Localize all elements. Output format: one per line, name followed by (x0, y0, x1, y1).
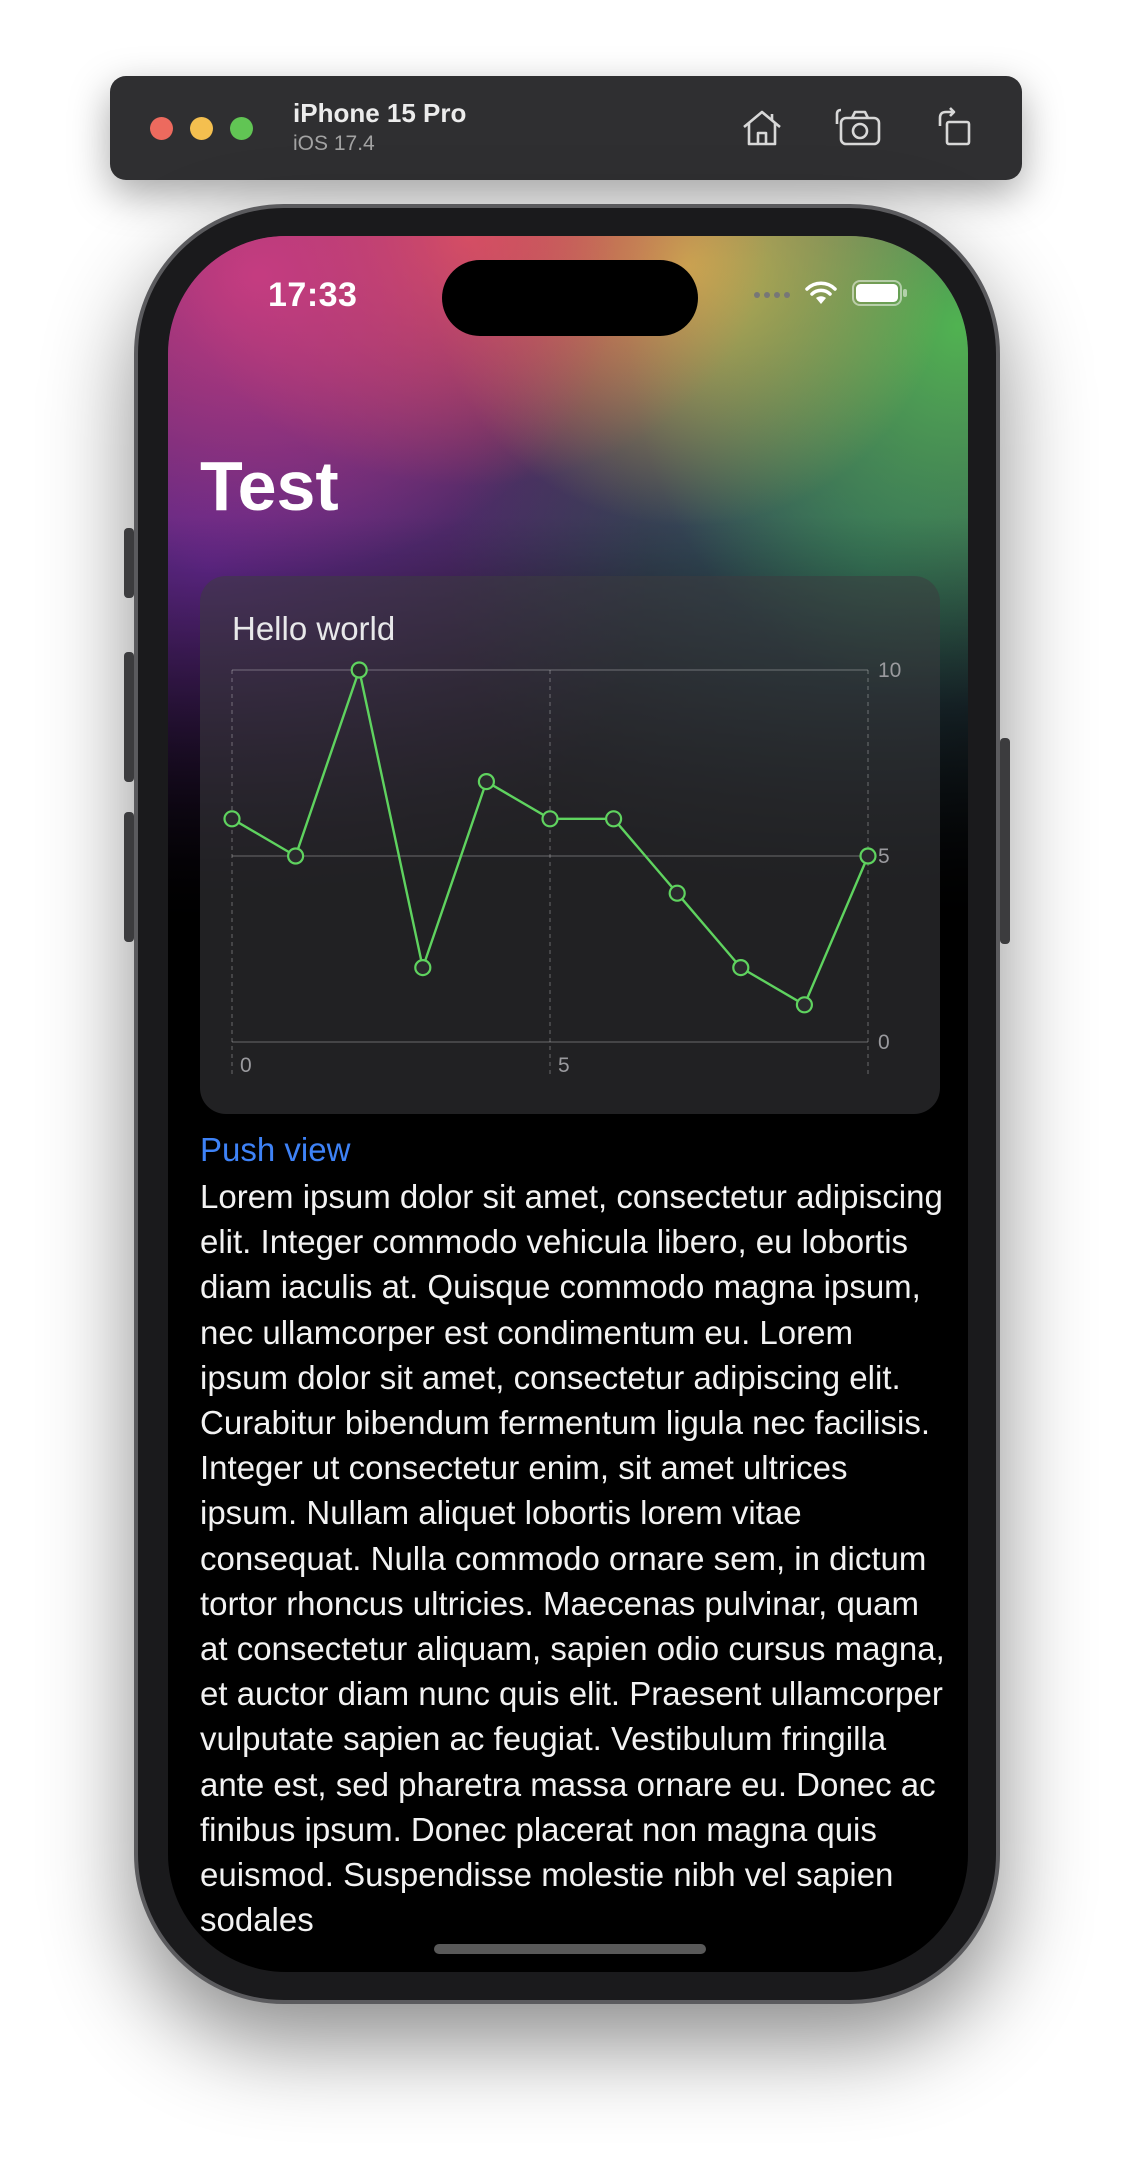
wifi-icon (804, 280, 838, 311)
close-window-button[interactable] (150, 117, 173, 140)
phone-screen: 17:33 Test Hello world 10 5 0 0 5 Push v… (168, 236, 968, 1972)
battery-icon (852, 279, 908, 312)
home-indicator[interactable] (434, 1944, 706, 1954)
zoom-window-button[interactable] (230, 117, 253, 140)
data-point (541, 810, 559, 828)
y-tick-label: 5 (878, 845, 890, 868)
screenshot-icon[interactable] (834, 102, 886, 154)
simulator-toolbar: iPhone 15 Pro iOS 17.4 (110, 76, 1022, 180)
data-point (350, 661, 368, 679)
data-point (605, 810, 623, 828)
y-tick-label: 0 (878, 1031, 890, 1054)
device-name: iPhone 15 Pro (293, 98, 467, 128)
push-view-link[interactable]: Push view (200, 1131, 350, 1169)
line-chart: 10 5 0 0 5 (223, 659, 901, 1077)
data-point (795, 996, 814, 1014)
volume-down-button (124, 812, 134, 942)
cellular-icon (754, 292, 790, 298)
data-point (286, 847, 305, 865)
chart-card: Hello world 10 5 0 0 5 (200, 576, 940, 1114)
data-point (732, 959, 750, 977)
data-point (668, 884, 686, 902)
x-tick-label: 5 (558, 1054, 570, 1077)
y-tick-label: 10 (878, 659, 901, 682)
status-icons (754, 279, 908, 312)
data-point (414, 959, 432, 977)
body-text: Lorem ipsum dolor sit amet, consectetur … (200, 1178, 945, 1939)
action-button (124, 528, 134, 598)
data-point (223, 810, 241, 828)
data-point (859, 847, 877, 865)
dynamic-island (442, 260, 698, 336)
navigation-title: Test (200, 447, 339, 525)
os-version: iOS 17.4 (293, 132, 375, 155)
side-button (1000, 738, 1010, 944)
home-icon[interactable] (736, 102, 788, 154)
data-point (477, 773, 495, 791)
x-tick-label: 0 (240, 1054, 252, 1077)
volume-up-button (124, 652, 134, 782)
status-time: 17:33 (268, 276, 358, 314)
rotate-icon[interactable] (930, 102, 982, 154)
minimize-window-button[interactable] (190, 117, 213, 140)
